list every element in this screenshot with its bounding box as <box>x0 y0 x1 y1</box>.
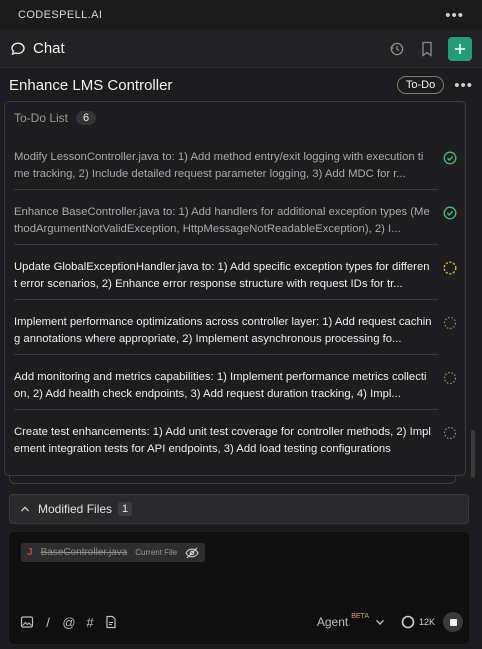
image-icon[interactable] <box>19 614 35 630</box>
todo-panel: To-Do List 6 Modify LessonController.jav… <box>4 101 466 476</box>
current-file-tag: Current File <box>135 548 178 557</box>
more-horizontal-icon[interactable]: ••• <box>445 7 464 24</box>
agent-mode-selector[interactable]: Agent BETA <box>316 612 385 629</box>
context-usage: 12K <box>401 615 435 629</box>
plus-icon <box>455 43 465 54</box>
check-circle-icon <box>443 206 457 220</box>
at-icon[interactable]: @ <box>61 614 77 630</box>
context-token-count: 12K <box>418 617 435 627</box>
hash-icon[interactable]: # <box>82 614 98 630</box>
chat-composer[interactable]: J BaseController.java Current File / @ #… <box>9 532 469 644</box>
history-icon[interactable] <box>388 40 406 58</box>
modified-files-label: Modified Files <box>38 502 113 516</box>
check-circle-icon <box>443 151 457 165</box>
conversation-title: Enhance LMS Controller <box>9 76 173 94</box>
scrollbar[interactable] <box>471 430 475 478</box>
modified-files-bar[interactable]: Modified Files 1 <box>9 494 469 524</box>
chevron-down-icon <box>376 619 384 625</box>
bookmark-icon[interactable] <box>418 40 436 58</box>
conversation-header: Enhance LMS Controller To-Do ••• <box>0 68 482 102</box>
chevron-up-icon <box>21 506 29 512</box>
pending-circle-icon <box>443 371 457 385</box>
conversation-more-icon[interactable]: ••• <box>454 77 473 94</box>
status-badge[interactable]: To-Do <box>396 76 445 94</box>
chat-bubble-icon <box>11 41 25 55</box>
todo-item-text: Modify LessonController.java to: 1) Add … <box>14 151 424 180</box>
message-card-edge <box>9 476 456 484</box>
pending-circle-icon <box>443 316 457 330</box>
app-titlebar: CODESPELL.AI ••• <box>0 0 482 30</box>
todo-count: 6 <box>76 111 97 125</box>
todo-item[interactable]: Modify LessonController.java to: 1) Add … <box>14 136 438 190</box>
context-file-chip[interactable]: J BaseController.java Current File <box>21 543 205 562</box>
todo-item[interactable]: Update GlobalExceptionHandler.java to: 1… <box>14 246 438 300</box>
brand-name: CODESPELL.AI <box>18 9 103 21</box>
beta-tag: BETA <box>351 612 369 620</box>
stop-icon <box>449 618 457 626</box>
chat-header: Chat <box>0 30 482 68</box>
todo-item-text: Implement performance optimizations acro… <box>14 316 432 345</box>
modified-files-count: 1 <box>118 502 133 516</box>
context-ring-icon <box>401 615 415 629</box>
todo-item[interactable]: Implement performance optimizations acro… <box>14 301 438 355</box>
java-file-icon: J <box>27 547 33 558</box>
chat-title: Chat <box>33 40 65 57</box>
stop-button[interactable] <box>443 612 463 632</box>
todo-item-text: Add monitoring and metrics capabilities:… <box>14 371 427 400</box>
new-chat-button[interactable] <box>448 36 472 61</box>
pending-circle-icon <box>443 426 457 440</box>
in-progress-circle-icon <box>443 261 457 275</box>
todo-item-text: Update GlobalExceptionHandler.java to: 1… <box>14 261 430 290</box>
agent-mode-label: Agent <box>316 615 349 629</box>
todo-item[interactable]: Create test enhancements: 1) Add unit te… <box>14 411 438 465</box>
todo-item-text: Create test enhancements: 1) Add unit te… <box>14 426 431 455</box>
eye-off-icon[interactable] <box>185 547 199 559</box>
context-file-name: BaseController.java <box>40 547 128 558</box>
todo-item[interactable]: Add monitoring and metrics capabilities:… <box>14 356 438 410</box>
todo-header: To-Do List 6 <box>5 102 465 134</box>
todo-label: To-Do List <box>14 111 69 125</box>
slash-icon[interactable]: / <box>40 614 56 630</box>
todo-item-text: Enhance BaseController.java to: 1) Add h… <box>14 206 430 235</box>
todo-item[interactable]: Enhance BaseController.java to: 1) Add h… <box>14 191 438 245</box>
file-icon[interactable] <box>103 614 119 630</box>
composer-toolbar: / @ # Agent BETA 12K <box>19 612 463 632</box>
